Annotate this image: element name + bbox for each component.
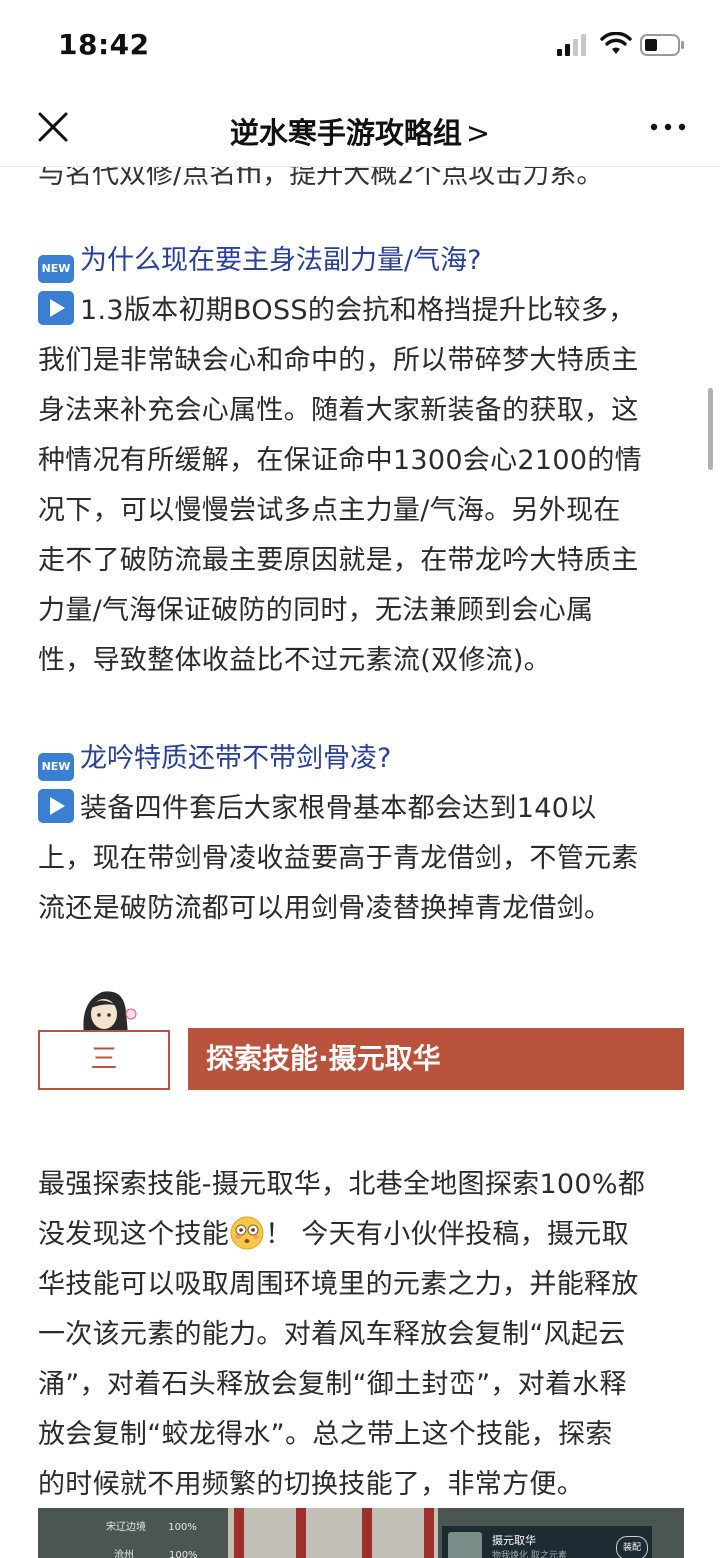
- screenshot-pillar: [234, 1508, 244, 1558]
- answer-1: 1.3版本初期BOSS的会抗和格挡提升比较多， 我们是非常缺会心和命中的，所以带…: [38, 286, 684, 686]
- answer-line: 力量/气海保证破防的同时，无法兼顾到会心属: [38, 595, 594, 626]
- avatar-illustration: [83, 991, 137, 1034]
- battery-icon: [640, 34, 684, 56]
- account-name: 逆水寒手游攻略组: [229, 116, 462, 150]
- answer-line: 性，导致整体收益比不过元素流(双修流)。: [38, 645, 552, 676]
- paragraph-line: 涌”，对着石头释放会复制“御土封峦”，对着水释: [38, 1369, 627, 1400]
- chevron-right-icon: >: [465, 116, 491, 150]
- signal-icon: [557, 34, 586, 56]
- screenshot-pillar: [296, 1508, 306, 1558]
- answer-line: 况下，可以慢慢尝试多点主力量/气海。另外现在: [38, 495, 621, 526]
- more-icon[interactable]: [648, 112, 688, 142]
- flushed-face-emoji-icon: [230, 1216, 264, 1250]
- region-row: 宋辽边境 100%: [106, 1522, 197, 1533]
- screenshot-building: [228, 1508, 438, 1558]
- paragraph-line: 放会复制“蛟龙得水”。总之带上这个技能，探索: [38, 1419, 613, 1450]
- answer-line: 上，现在带剑骨凌收益要高于青龙借剑，不管元素: [38, 843, 639, 874]
- section-number: 三: [38, 1030, 170, 1090]
- paragraph-line: 华技能可以吸取周围环境里的元素之力，并能释放: [38, 1269, 639, 1300]
- skill-paragraph: 最强探索技能-摄元取华，北巷全地图探索100%都 没发现这个技能 ！ 今天有小伙伴…: [38, 1160, 684, 1510]
- status-time: 18:42: [58, 28, 150, 61]
- new-badge-icon: NEW: [38, 255, 74, 283]
- game-screenshot[interactable]: 宋辽边境 100% 沧州 100% 摄元取华 物我焕化 取之元素 装配: [38, 1508, 684, 1558]
- question-2: NEW 龙吟特质还带不带剑骨凌? 装备四件套后大家根骨基本都会达到140以 上，现…: [38, 734, 684, 934]
- scrollbar[interactable]: [708, 388, 713, 470]
- equip-button[interactable]: 装配: [616, 1536, 648, 1558]
- skill-icon: [448, 1532, 482, 1558]
- answer-line: 身法来补充会心属性。随着大家新装备的获取，这: [38, 395, 639, 426]
- answer-line: 1.3版本初期BOSS的会抗和格挡提升比较多，: [80, 295, 636, 326]
- play-icon: [38, 291, 74, 325]
- question-text: 龙吟特质还带不带剑骨凌?: [80, 743, 392, 774]
- status-bar: 18:42: [0, 0, 720, 90]
- paragraph-line: 的时候就不用频繁的切换技能了，非常方便。: [38, 1469, 584, 1500]
- region-row: 沧州 100%: [114, 1550, 198, 1558]
- paragraph-line: 一次该元素的能力。对着风车释放会复制“风起云: [38, 1319, 626, 1350]
- paragraph-line: 没发现这个技能: [38, 1219, 230, 1250]
- skill-title: 摄元取华: [492, 1534, 536, 1547]
- paragraph-line: 最强探索技能-摄元取华，北巷全地图探索100%都: [38, 1169, 646, 1200]
- screenshot-pillar: [424, 1508, 434, 1558]
- question-text: 为什么现在要主身法副力量/气海?: [80, 245, 482, 276]
- answer-line: 我们是非常缺会心和命中的，所以带碎梦大特质主: [38, 345, 639, 376]
- new-badge-icon: NEW: [38, 753, 74, 781]
- account-title[interactable]: 逆水寒手游攻略组 >: [0, 110, 720, 152]
- nav-bar: 逆水寒手游攻略组 >: [0, 90, 720, 167]
- answer-line: 种情况有所缓解，在保证命中1300会心2100的情: [38, 445, 642, 476]
- paragraph-line: ！ 今天有小伙伴投稿，摄元取: [265, 1219, 629, 1250]
- answer-line: 流还是破防流都可以用剑骨凌替换掉青龙借剑。: [38, 893, 612, 924]
- answer-2: 装备四件套后大家根骨基本都会达到140以 上，现在带剑骨凌收益要高于青龙借剑，不…: [38, 784, 684, 934]
- question-1: NEW 为什么现在要主身法副力量/气海? 1.3版本初期BOSS的会抗和格挡提升比…: [38, 236, 684, 686]
- wifi-icon: [600, 32, 632, 54]
- play-icon: [38, 789, 74, 823]
- answer-line: 走不了破防流最主要原因就是，在带龙吟大特质主: [38, 545, 639, 576]
- section-title: 探索技能·摄元取华: [188, 1028, 684, 1090]
- skill-subtitle: 物我焕化 取之元素: [492, 1551, 567, 1558]
- answer-line: 装备四件套后大家根骨基本都会达到140以: [80, 793, 597, 824]
- screenshot-pillar: [362, 1508, 372, 1558]
